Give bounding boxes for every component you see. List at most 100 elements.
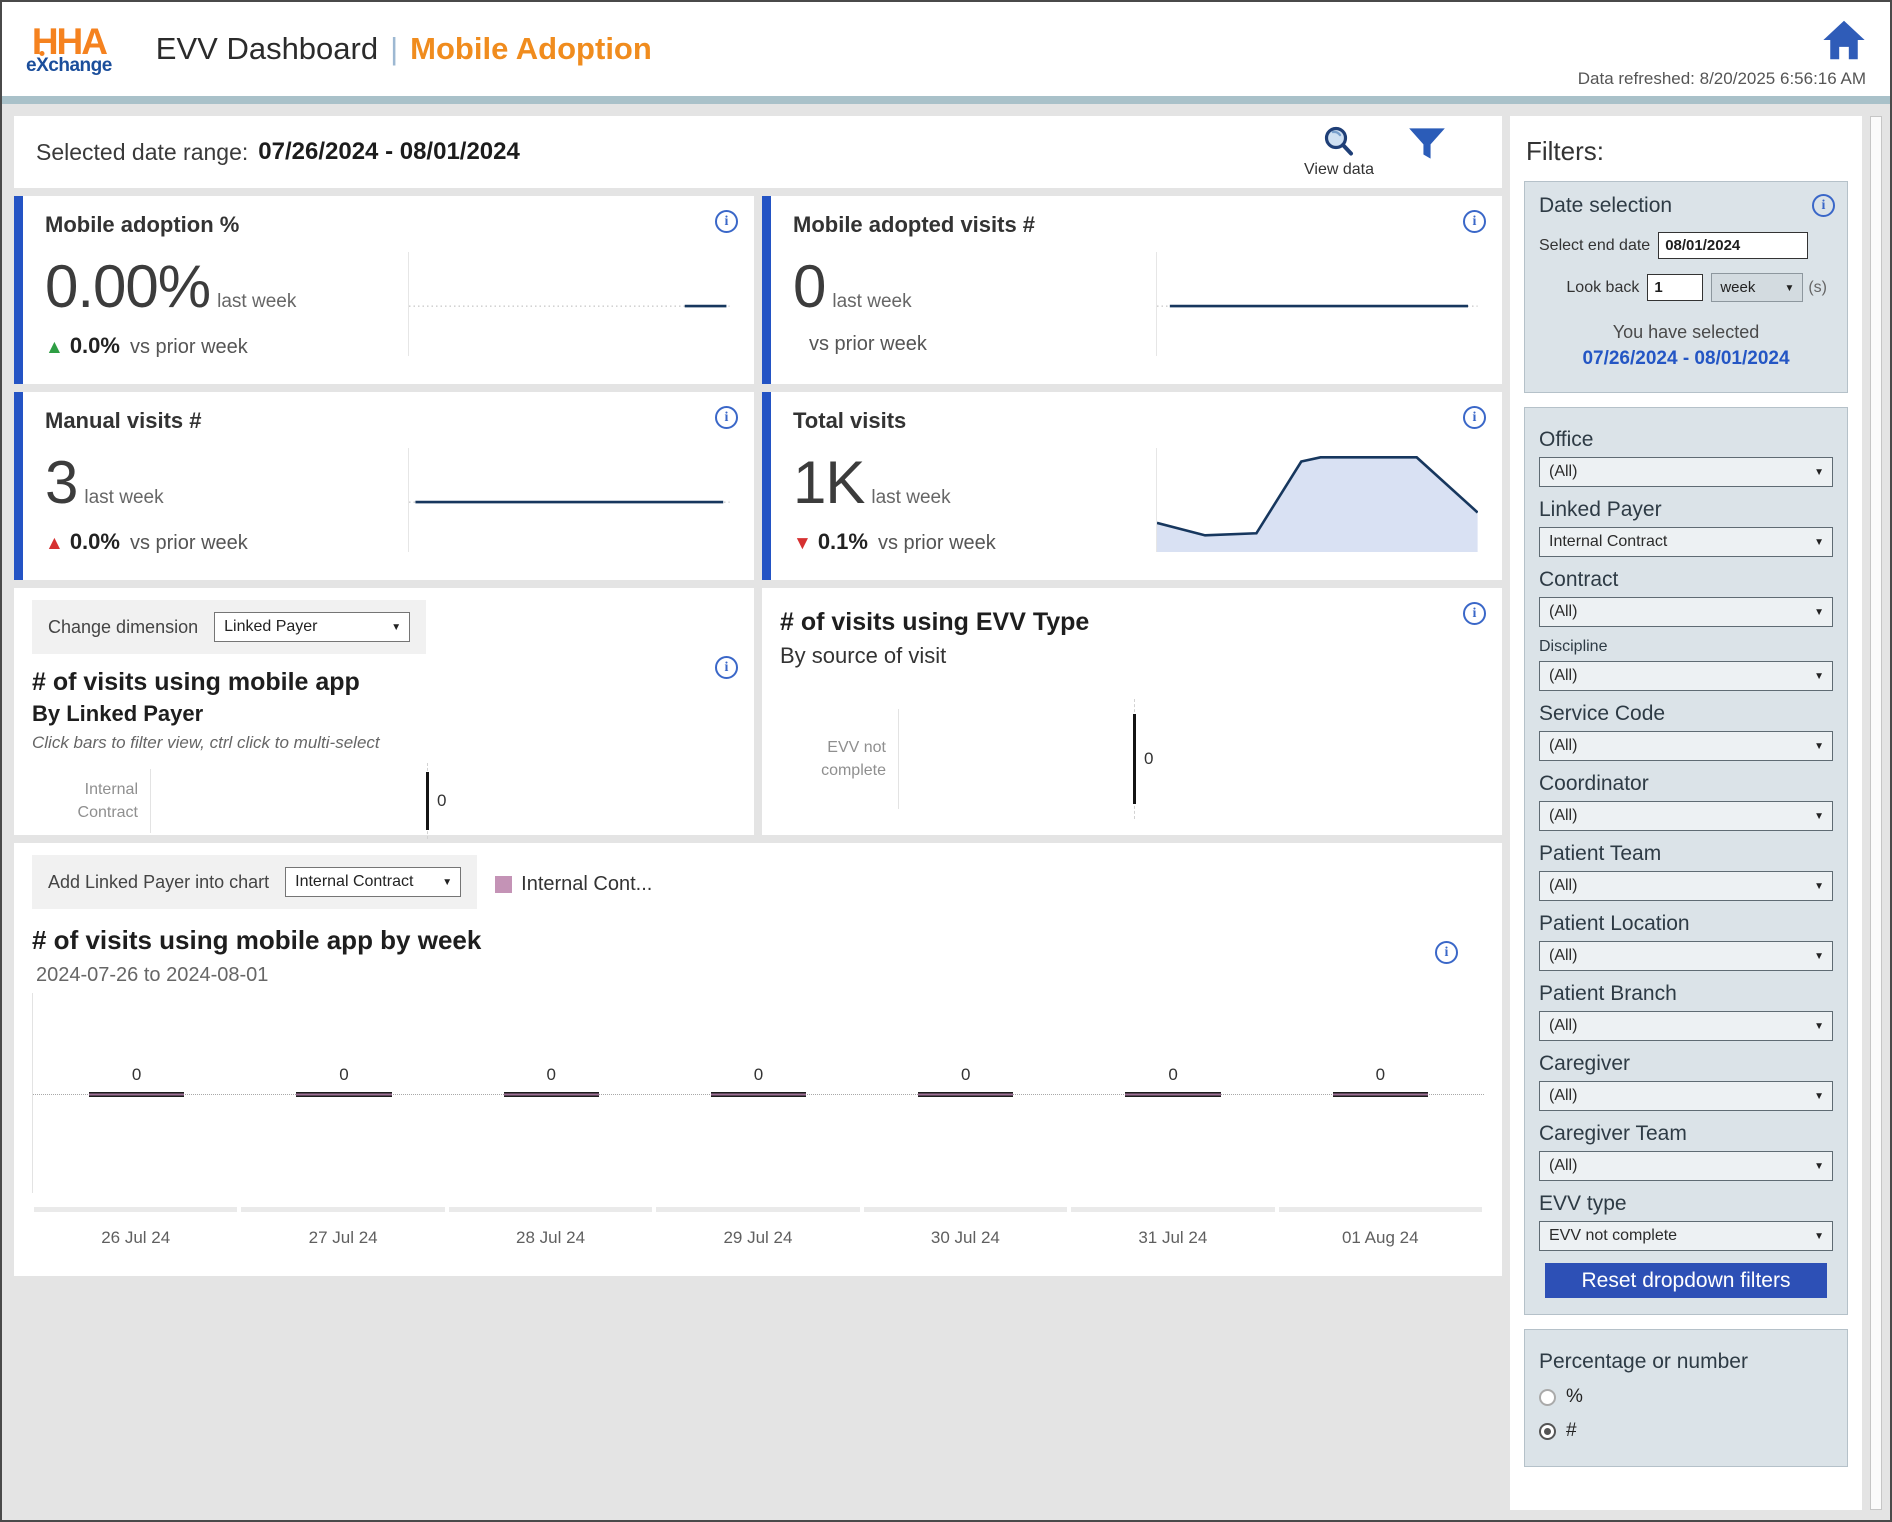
sparkline xyxy=(408,252,730,356)
zero-bar[interactable] xyxy=(1125,1092,1220,1097)
zero-bar[interactable] xyxy=(918,1092,1013,1097)
selected-range: 07/26/2024 - 08/01/2024 xyxy=(1539,348,1833,380)
linked-payer-select[interactable]: Internal Contract▼ xyxy=(1539,527,1833,557)
info-icon[interactable]: i xyxy=(715,406,738,429)
filter-label: Discipline xyxy=(1539,638,1833,656)
caregiver-select[interactable]: (All)▼ xyxy=(1539,1081,1833,1111)
reset-dropdown-filters-button[interactable]: Reset dropdown filters xyxy=(1545,1263,1827,1298)
bar-value-label: 0 xyxy=(448,1065,655,1089)
zero-bar[interactable] xyxy=(1133,714,1136,804)
unit-suffix: (s) xyxy=(1808,279,1827,297)
info-icon[interactable]: i xyxy=(1463,406,1486,429)
delta-suffix: vs prior week xyxy=(130,532,248,555)
radio-label: % xyxy=(1566,1386,1583,1408)
zero-bar[interactable] xyxy=(711,1092,806,1097)
payer-select[interactable]: Internal Contract ▼ xyxy=(285,867,461,897)
delta-suffix: vs prior week xyxy=(809,333,927,356)
sparkline xyxy=(408,448,730,552)
caregiver-team-select[interactable]: (All)▼ xyxy=(1539,1151,1833,1181)
patient-branch-select[interactable]: (All)▼ xyxy=(1539,1011,1833,1041)
axis-tick-strip xyxy=(656,1207,859,1212)
radio-option-number[interactable]: # xyxy=(1539,1420,1833,1442)
filter-discipline: Discipline (All)▼ xyxy=(1539,638,1833,691)
look-back-label: Look back xyxy=(1566,279,1639,297)
info-icon[interactable]: i xyxy=(1812,194,1835,217)
kpi-mobile-adoption-pct: Mobile adoption % i 0.00% last week ▲ 0.… xyxy=(14,196,754,384)
filter-label: Contract xyxy=(1539,568,1833,592)
selected-note: You have selected xyxy=(1539,322,1833,343)
home-icon[interactable] xyxy=(1822,19,1866,61)
week-column: 0 xyxy=(862,993,1069,1193)
patient-location-select[interactable]: (All)▼ xyxy=(1539,941,1833,971)
chart-subtitle: 2024-07-26 to 2024-08-01 xyxy=(36,964,1484,987)
week-column: 0 xyxy=(1277,993,1484,1193)
filter-label: Linked Payer xyxy=(1539,498,1833,522)
radio-option-percent[interactable]: % xyxy=(1539,1386,1833,1408)
hhaexchange-logo: HHA eXchange xyxy=(26,23,112,75)
contract-select[interactable]: (All)▼ xyxy=(1539,597,1833,627)
axis-tick-strip xyxy=(34,1207,237,1212)
zero-bar[interactable] xyxy=(426,772,429,830)
add-payer-box: Add Linked Payer into chart Internal Con… xyxy=(32,855,477,909)
dimension-select[interactable]: Linked Payer ▼ xyxy=(214,612,410,642)
chevron-down-icon: ▼ xyxy=(1814,732,1824,762)
service-code-select[interactable]: (All)▼ xyxy=(1539,731,1833,761)
kpi-value: 0 xyxy=(793,252,825,321)
filter-contract: Contract (All)▼ xyxy=(1539,568,1833,627)
kpi-value-suffix: last week xyxy=(217,291,296,313)
bar-value-label: 0 xyxy=(33,1065,240,1089)
x-axis-label: 31 Jul 24 xyxy=(1069,1228,1276,1248)
dropdown-filters-box: Office(All)▼ Linked Payer Internal Contrac… xyxy=(1524,407,1848,1315)
zero-bar[interactable] xyxy=(504,1092,599,1097)
look-back-unit-select[interactable]: week ▼ xyxy=(1711,273,1803,302)
office-select[interactable]: (All)▼ xyxy=(1539,457,1833,487)
discipline-select[interactable]: (All)▼ xyxy=(1539,661,1833,691)
look-back-input[interactable] xyxy=(1647,274,1703,301)
kpi-value: 1K xyxy=(793,448,864,517)
patient-team-select[interactable]: (All)▼ xyxy=(1539,871,1833,901)
page-title: EVV Dashboard | Mobile Adoption xyxy=(156,31,652,67)
filters-sidebar: Filters: Date selection i Select end dat… xyxy=(1510,116,1862,1510)
metric-toggle-box: Percentage or number %# xyxy=(1524,1329,1848,1467)
scrollbar[interactable] xyxy=(1870,116,1882,1510)
info-icon[interactable]: i xyxy=(1435,941,1458,964)
info-icon[interactable]: i xyxy=(715,210,738,233)
kpi-title: Total visits xyxy=(793,408,1480,434)
filter-coordinator: Coordinator(All)▼ xyxy=(1539,772,1833,831)
axis-tick-strip xyxy=(1279,1207,1482,1212)
filter-label: Patient Branch xyxy=(1539,982,1833,1006)
change-dimension-box: Change dimension Linked Payer ▼ xyxy=(32,600,426,654)
chart-hint: Click bars to filter view, ctrl click to… xyxy=(32,733,736,753)
dashboard-subtitle: Mobile Adoption xyxy=(410,31,652,67)
kpi-value-suffix: last week xyxy=(832,291,911,313)
chevron-down-icon: ▼ xyxy=(1814,1222,1824,1252)
week-column: 0 xyxy=(240,993,447,1193)
view-data-button[interactable]: View data xyxy=(1304,125,1374,179)
zero-bar[interactable] xyxy=(1333,1092,1428,1097)
kpi-title: Mobile adopted visits # xyxy=(793,212,1480,238)
chevron-down-icon: ▼ xyxy=(1814,1012,1824,1042)
info-icon[interactable]: i xyxy=(1463,602,1486,625)
kpi-value-suffix: last week xyxy=(84,487,163,509)
axis-cell: 01 Aug 24 xyxy=(1277,1207,1484,1248)
zero-bar[interactable] xyxy=(89,1092,184,1097)
filter-funnel-icon[interactable] xyxy=(1408,127,1446,163)
end-date-input[interactable] xyxy=(1658,232,1808,259)
filter-label: EVV type xyxy=(1539,1192,1833,1216)
kpi-value: 3 xyxy=(45,448,77,517)
delta-triangle-icon: ▼ xyxy=(793,533,812,555)
zero-bar[interactable] xyxy=(296,1092,391,1097)
filters-heading: Filters: xyxy=(1526,136,1846,167)
filter-linked-payer: Linked Payer Internal Contract▼ xyxy=(1539,498,1833,557)
y-axis-category-label: EVV not complete xyxy=(780,736,898,782)
chevron-down-icon: ▼ xyxy=(1814,1082,1824,1112)
evv-type-select[interactable]: EVV not complete▼ xyxy=(1539,1221,1833,1251)
kpi-title: Mobile adoption % xyxy=(45,212,732,238)
filter-office: Office(All)▼ xyxy=(1539,428,1833,487)
info-icon[interactable]: i xyxy=(1463,210,1486,233)
info-icon[interactable]: i xyxy=(715,656,738,679)
filter-caregiver-team: Caregiver Team(All)▼ xyxy=(1539,1122,1833,1181)
sparkline xyxy=(1156,252,1478,356)
coordinator-select[interactable]: (All)▼ xyxy=(1539,801,1833,831)
chevron-down-icon: ▼ xyxy=(1814,802,1824,832)
